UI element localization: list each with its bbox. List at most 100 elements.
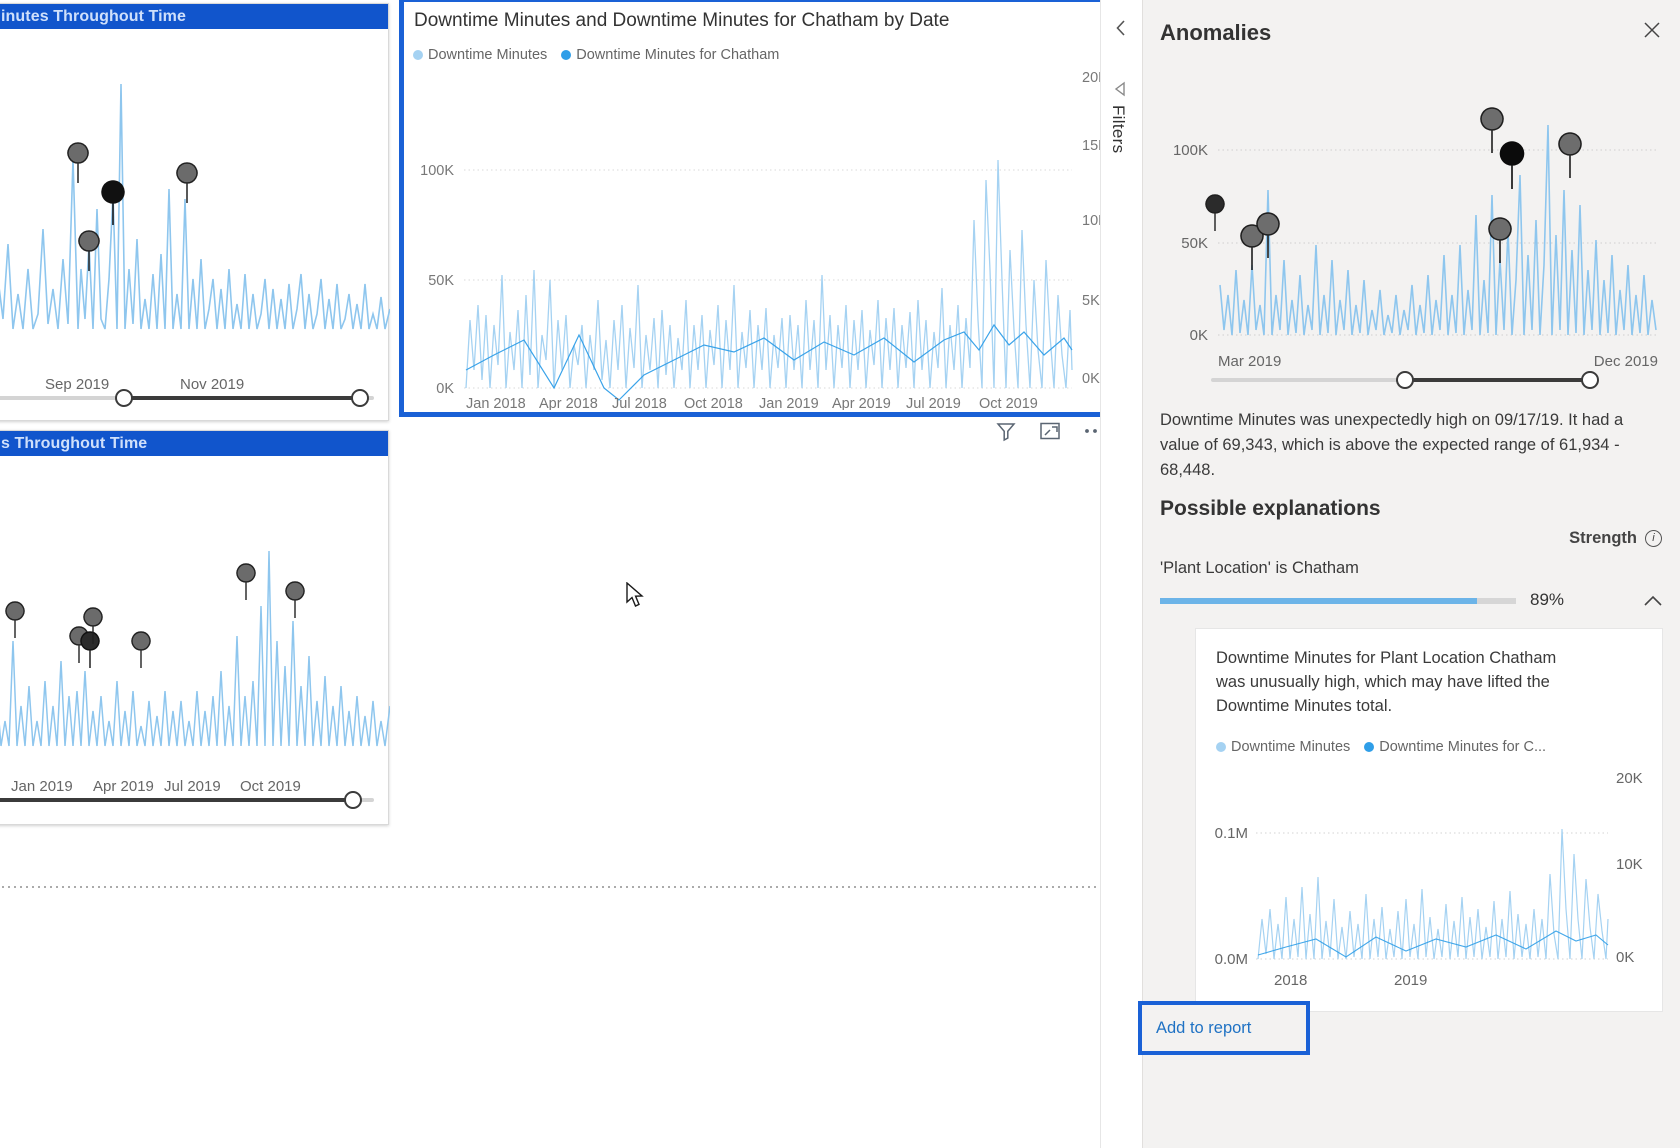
filters-rail-label[interactable]: Filters — [1108, 105, 1128, 153]
legend-label: Downtime Minutes — [428, 47, 548, 63]
left-visual-1-body: Sep 2019 Nov 2019 — [0, 29, 390, 420]
left-visual-1-range-slider[interactable] — [0, 388, 374, 408]
strength-label: Strength — [1569, 529, 1637, 547]
filter-icon[interactable] — [995, 420, 1017, 442]
chevron-up-icon[interactable] — [1642, 592, 1664, 610]
legend-item-downtime-minutes[interactable]: Downtime Minutes — [413, 47, 547, 63]
anomaly-marker-selected — [101, 180, 125, 226]
app-root: inutes Throughout Time Sep 2019 Nov 2019… — [0, 0, 1680, 1148]
pin-filters-icon[interactable] — [1112, 80, 1130, 98]
legend-swatch-icon — [1216, 742, 1226, 752]
slider-handle-left[interactable] — [1395, 371, 1414, 389]
left-visual-2-body: Jan 2019 Apr 2019 Jul 2019 Oct 2019 — [0, 456, 390, 824]
canvas-boundary-dots — [0, 886, 1172, 888]
svg-text:Mar 2019: Mar 2019 — [1218, 353, 1281, 370]
svg-text:Oct 2018: Oct 2018 — [684, 396, 743, 410]
strength-bar-fill — [1160, 598, 1477, 604]
svg-text:Apr 2018: Apr 2018 — [539, 396, 598, 410]
svg-text:100K: 100K — [1173, 142, 1208, 159]
visual-action-bar — [995, 420, 1105, 442]
legend-label: Downtime Minutes for C... — [1379, 739, 1547, 755]
svg-text:0K: 0K — [1082, 371, 1100, 387]
explanation-card: Downtime Minutes for Plant Location Chat… — [1195, 628, 1663, 1012]
close-icon[interactable] — [1642, 20, 1664, 42]
svg-text:Jul 2019: Jul 2019 — [906, 396, 961, 410]
svg-text:Dec 2019: Dec 2019 — [1594, 353, 1658, 370]
strength-header: Strength i — [1569, 529, 1662, 548]
focus-mode-icon[interactable] — [1039, 420, 1061, 442]
legend-item-downtime-minutes-chatham[interactable]: Downtime Minutes for Chatham — [561, 47, 779, 63]
report-canvas: inutes Throughout Time Sep 2019 Nov 2019… — [0, 0, 1172, 1148]
svg-text:20K: 20K — [1082, 70, 1102, 86]
svg-text:2018: 2018 — [1274, 972, 1307, 989]
legend-label: Downtime Minutes for Chatham — [576, 47, 780, 63]
anomaly-marker — [236, 563, 256, 601]
anomalies-range-slider[interactable] — [1211, 370, 1599, 392]
main-visual-plot: 100K 50K 0K 20K 15K 10K 5K 0K Jan 2018 A… — [420, 70, 1102, 410]
svg-text:2019: 2019 — [1394, 972, 1427, 989]
slider-handle-right[interactable] — [351, 389, 370, 407]
explanation-strength-row: 89% — [1160, 590, 1664, 616]
left-visual-1-chart — [0, 83, 390, 330]
legend-swatch-icon — [413, 50, 423, 60]
anomaly-marker — [67, 142, 89, 184]
anomaly-marker[interactable] — [1480, 107, 1504, 154]
svg-text:10K: 10K — [1616, 856, 1643, 873]
anomalies-panel: Anomalies 100K 50K 0K Mar 2019 Dec 2019 — [1142, 0, 1680, 1148]
svg-text:0.1M: 0.1M — [1215, 825, 1248, 842]
legend-swatch-icon — [1364, 742, 1375, 752]
left-visual-2[interactable]: s Throughout Time Jan 2019 Apr 2019 Jul … — [0, 430, 390, 825]
svg-text:0K: 0K — [436, 381, 454, 397]
legend-item-downtime-minutes-chatham[interactable]: Downtime Minutes for C... — [1364, 739, 1546, 755]
chevron-left-icon[interactable] — [1113, 18, 1129, 38]
add-to-report-button[interactable]: Add to report — [1142, 1005, 1306, 1051]
svg-text:0K: 0K — [1190, 327, 1208, 344]
svg-text:20K: 20K — [1616, 770, 1643, 787]
left-visual-1[interactable]: inutes Throughout Time Sep 2019 Nov 2019 — [0, 3, 390, 421]
left-visual-2-title: s Throughout Time — [0, 431, 388, 456]
legend-item-downtime-minutes[interactable]: Downtime Minutes — [1216, 739, 1350, 755]
slider-fill — [0, 798, 352, 802]
svg-text:Jul 2018: Jul 2018 — [612, 396, 667, 410]
anomaly-description: Downtime Minutes was unexpectedly high o… — [1160, 411, 1624, 479]
anomaly-marker — [80, 631, 100, 669]
svg-text:5K: 5K — [1082, 293, 1100, 309]
svg-text:50K: 50K — [428, 273, 454, 289]
explanation-mini-chart: 0.1M 0.0M 20K 10K 0K 2018 2019 — [1215, 770, 1643, 989]
main-visual-legend: Downtime Minutes Downtime Minutes for Ch… — [413, 47, 779, 63]
info-icon[interactable]: i — [1645, 530, 1662, 547]
anomalies-chart[interactable]: 100K 50K 0K Mar 2019 Dec 2019 — [1160, 95, 1660, 375]
slider-handle-right[interactable] — [1580, 371, 1599, 389]
slider-fill — [118, 396, 359, 400]
svg-text:50K: 50K — [1181, 235, 1208, 252]
anomaly-marker — [5, 601, 25, 639]
svg-text:Jan 2019: Jan 2019 — [759, 396, 819, 410]
svg-text:100K: 100K — [420, 163, 454, 179]
left-visual-1-title: inutes Throughout Time — [0, 4, 388, 29]
legend-label: Downtime Minutes — [1231, 739, 1351, 755]
left-visual-2-range-slider[interactable] — [0, 790, 374, 810]
explanation-card-legend: Downtime Minutes Downtime Minutes for C.… — [1216, 739, 1546, 755]
svg-text:Jan 2018: Jan 2018 — [466, 396, 526, 410]
panel-title: Anomalies — [1160, 20, 1272, 45]
svg-text:Apr 2019: Apr 2019 — [832, 396, 891, 410]
slider-handle-left[interactable] — [114, 389, 133, 407]
strength-percent: 89% — [1530, 590, 1565, 609]
svg-text:0.0M: 0.0M — [1215, 951, 1248, 968]
legend-swatch-icon — [561, 50, 572, 60]
main-visual[interactable]: Downtime Minutes and Downtime Minutes fo… — [399, 0, 1107, 417]
left-visual-2-chart — [0, 550, 390, 747]
svg-text:10K: 10K — [1082, 213, 1102, 229]
slider-handle-right[interactable] — [343, 791, 362, 809]
anomaly-marker[interactable] — [1205, 194, 1225, 232]
svg-text:0K: 0K — [1616, 949, 1634, 966]
svg-text:15K: 15K — [1082, 138, 1102, 154]
anomaly-marker[interactable] — [1558, 132, 1582, 179]
explanation-label: 'Plant Location' is Chatham — [1160, 559, 1359, 577]
svg-text:Oct 2019: Oct 2019 — [979, 396, 1038, 410]
add-to-report-highlight: Add to report — [1138, 1001, 1310, 1055]
anomaly-marker — [285, 581, 305, 619]
main-visual-title: Downtime Minutes and Downtime Minutes fo… — [414, 10, 950, 31]
anomaly-marker — [176, 162, 198, 204]
explanation-card-text: Downtime Minutes for Plant Location Chat… — [1216, 649, 1557, 715]
